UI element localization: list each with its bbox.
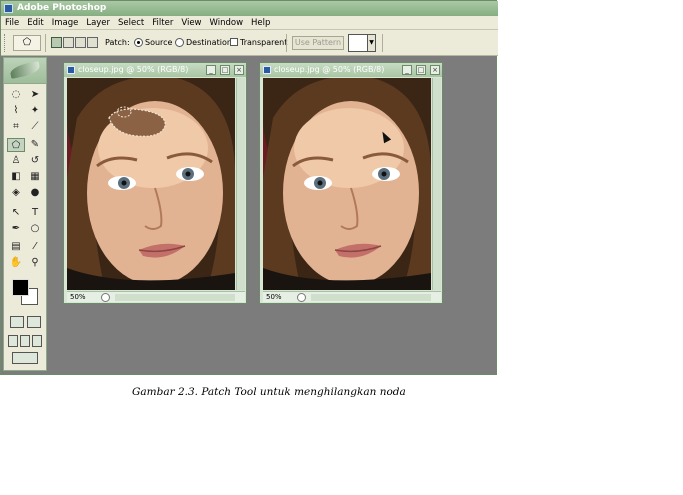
minimize-icon[interactable]: _ — [402, 65, 412, 75]
type-tool-icon[interactable]: T — [26, 206, 44, 220]
foreground-color-swatch[interactable] — [12, 279, 29, 296]
new-selection-button[interactable] — [51, 37, 62, 48]
photoshop-icon — [4, 4, 13, 13]
add-to-selection-button[interactable] — [63, 37, 74, 48]
pattern-dropdown[interactable]: ▼ — [367, 34, 376, 52]
feather-logo-icon — [9, 61, 41, 79]
destination-radio[interactable] — [175, 38, 184, 47]
blur-tool-icon[interactable]: ◈ — [7, 186, 25, 200]
pen-tool-icon[interactable]: ✒ — [7, 222, 25, 236]
document-window-after[interactable]: closeup.jpg @ 50% (RGB/8) _ □ × 50% — [259, 62, 443, 304]
full-screen-menu-icon[interactable] — [20, 335, 30, 347]
document-icon — [67, 66, 75, 74]
separator — [286, 34, 287, 52]
zoom-level[interactable]: 50% — [266, 292, 282, 303]
minimize-icon[interactable]: _ — [206, 65, 216, 75]
magic-wand-tool-icon[interactable]: ✦ — [26, 104, 44, 118]
zoom-level[interactable]: 50% — [70, 292, 86, 303]
source-label: Source — [145, 38, 173, 47]
notes-tool-icon[interactable]: ▤ — [7, 240, 25, 254]
path-selection-tool-icon[interactable]: ↖ — [7, 206, 25, 220]
options-bar-grip[interactable] — [4, 34, 7, 52]
document-status-bar: 50% — [67, 291, 245, 302]
document-title-bar[interactable]: closeup.jpg @ 50% (RGB/8) _ □ × — [64, 63, 246, 77]
eraser-tool-icon[interactable]: ◧ — [7, 170, 25, 184]
eyedropper-tool-icon[interactable]: ⁄ — [26, 240, 44, 254]
separator — [382, 34, 383, 52]
history-brush-tool-icon[interactable]: ↺ — [26, 154, 44, 168]
patch-tool-icon[interactable]: ⬠ — [7, 138, 25, 152]
gradient-tool-icon[interactable]: ▦ — [26, 170, 44, 184]
lasso-tool-icon[interactable]: ⌇ — [7, 104, 25, 118]
use-pattern-button[interactable]: Use Pattern — [292, 36, 344, 50]
portrait-image — [67, 78, 235, 290]
toolbox: ◌ ➤ ⌇ ✦ ⌗ ⟋ ⬠ ✎ ♙ ↺ ◧ ▦ ◈ ● ↖ T ✒ ○ ▤ ⁄ … — [3, 57, 47, 371]
document-icon — [263, 66, 271, 74]
menu-edit[interactable]: Edit — [23, 16, 47, 30]
transparent-checkbox[interactable] — [230, 38, 238, 46]
menu-bar: File Edit Image Layer Select Filter View Window… — [1, 16, 498, 30]
menu-help[interactable]: Help — [247, 16, 274, 30]
clone-stamp-tool-icon[interactable]: ♙ — [7, 154, 25, 168]
photoshop-window: Adobe Photoshop File Edit Image Layer Select… — [0, 0, 498, 375]
toolbox-header[interactable] — [4, 58, 46, 84]
brush-tool-icon[interactable]: ✎ — [26, 138, 44, 152]
menu-image[interactable]: Image — [48, 16, 83, 30]
full-screen-icon[interactable] — [32, 335, 42, 347]
slice-tool-icon[interactable]: ⟋ — [26, 120, 44, 134]
source-radio[interactable] — [134, 38, 143, 47]
image-canvas[interactable] — [263, 78, 431, 290]
menu-filter[interactable]: Filter — [148, 16, 177, 30]
destination-label: Destination — [186, 38, 232, 47]
menu-view[interactable]: View — [177, 16, 205, 30]
shape-tool-icon[interactable]: ○ — [26, 222, 44, 236]
transparent-label: Transparent — [240, 38, 288, 47]
horizontal-scrollbar[interactable] — [311, 294, 431, 301]
standard-mode-icon[interactable] — [10, 316, 24, 328]
patch-tool-icon: ⬠ — [22, 37, 32, 48]
document-title: closeup.jpg @ 50% (RGB/8) — [78, 65, 189, 74]
document-title: closeup.jpg @ 50% (RGB/8) — [274, 65, 385, 74]
close-icon[interactable]: × — [430, 65, 440, 75]
close-icon[interactable]: × — [234, 65, 244, 75]
document-window-before[interactable]: closeup.jpg @ 50% (RGB/8) _ □ × 50% — [63, 62, 247, 304]
figure-caption: Gambar 2.3. Patch Tool untuk menghilangk… — [132, 386, 406, 398]
vertical-scrollbar[interactable] — [236, 78, 245, 290]
document-status-bar: 50% — [263, 291, 441, 302]
chevron-down-icon: ▼ — [369, 39, 374, 46]
vertical-scrollbar[interactable] — [432, 78, 441, 290]
hand-tool-icon[interactable]: ✋ — [7, 256, 25, 270]
tool-preset-picker[interactable]: ⬠ — [13, 35, 41, 51]
menu-window[interactable]: Window — [206, 16, 248, 30]
dodge-tool-icon[interactable]: ● — [26, 186, 44, 200]
options-bar: ⬠ Patch: Source Destination Transparent … — [1, 30, 498, 56]
maximize-icon[interactable]: □ — [416, 65, 426, 75]
horizontal-scrollbar[interactable] — [115, 294, 235, 301]
maximize-icon[interactable]: □ — [220, 65, 230, 75]
title-bar: Adobe Photoshop — [1, 1, 498, 16]
marquee-tool-icon[interactable]: ◌ — [7, 88, 25, 102]
window-title: Adobe Photoshop — [17, 3, 107, 13]
menu-layer[interactable]: Layer — [82, 16, 114, 30]
zoom-tool-icon[interactable]: ⚲ — [26, 256, 44, 270]
navigator-icon[interactable] — [101, 293, 110, 302]
image-canvas[interactable] — [67, 78, 235, 290]
portrait-image — [263, 78, 431, 290]
menu-file[interactable]: File — [1, 16, 23, 30]
standard-screen-icon[interactable] — [8, 335, 18, 347]
pattern-swatch[interactable] — [348, 34, 368, 52]
quick-mask-mode-icon[interactable] — [27, 316, 41, 328]
separator — [45, 34, 46, 52]
patch-label: Patch: — [105, 38, 130, 47]
subtract-selection-button[interactable] — [75, 37, 86, 48]
navigator-icon[interactable] — [297, 293, 306, 302]
intersect-selection-button[interactable] — [87, 37, 98, 48]
move-tool-icon[interactable]: ➤ — [26, 88, 44, 102]
crop-tool-icon[interactable]: ⌗ — [7, 120, 25, 134]
document-title-bar[interactable]: closeup.jpg @ 50% (RGB/8) _ □ × — [260, 63, 442, 77]
menu-select[interactable]: Select — [114, 16, 148, 30]
imageready-jump-icon[interactable] — [12, 352, 38, 364]
